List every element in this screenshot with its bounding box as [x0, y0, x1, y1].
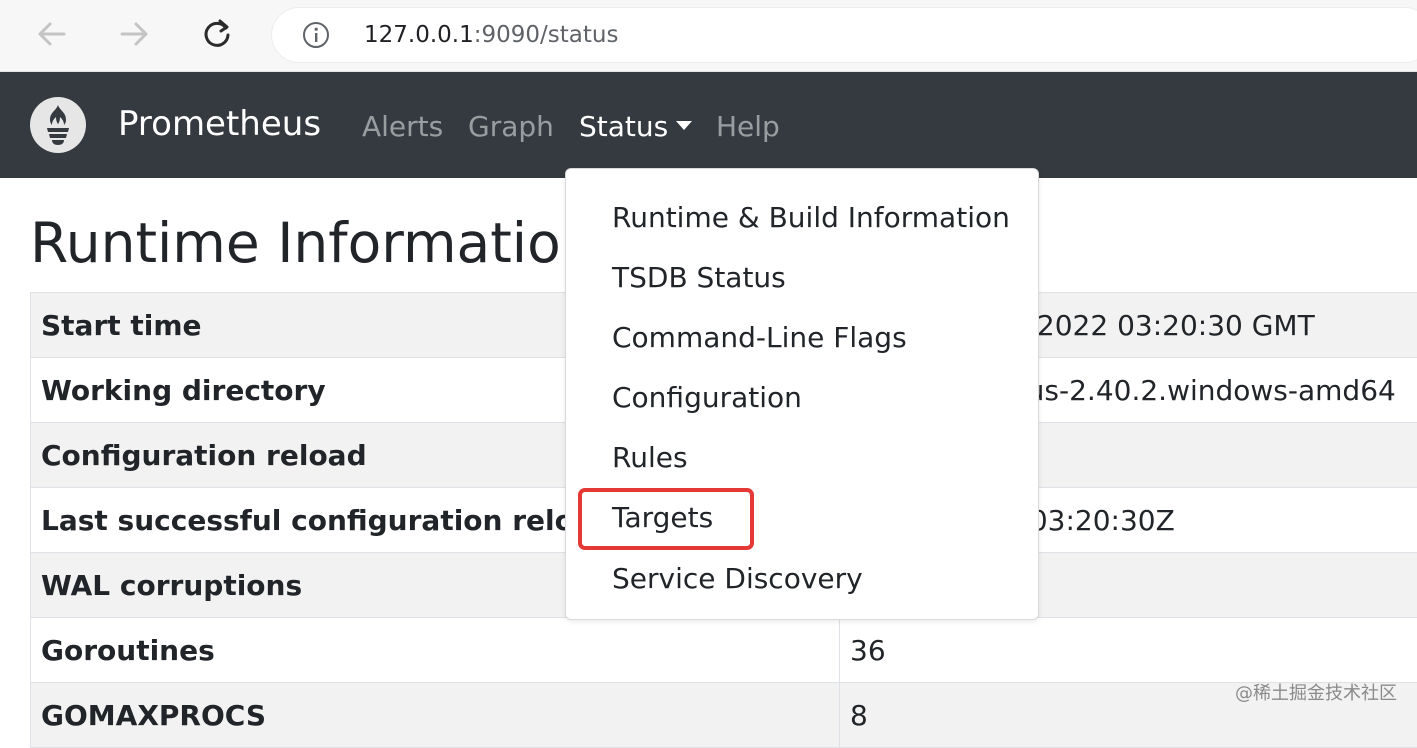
row-key: GOMAXPROCS: [31, 683, 840, 748]
arrow-left-icon[interactable]: [32, 14, 72, 54]
url-path: :9090/status: [474, 22, 619, 48]
browser-toolbar: 127.0.0.1:9090/status: [0, 0, 1417, 72]
watermark: @稀土掘金技术社区: [1235, 679, 1397, 705]
nav-alerts[interactable]: Alerts: [362, 108, 443, 146]
prometheus-navbar: Prometheus Alerts Graph Status Help: [0, 72, 1417, 178]
row-key: Goroutines: [31, 618, 840, 683]
menu-item-rules[interactable]: Rules: [612, 440, 688, 476]
table-row: GOMAXPROCS 8: [31, 683, 1417, 748]
nav-status-label: Status: [579, 110, 668, 143]
reload-icon[interactable]: [197, 14, 237, 54]
status-dropdown-menu: Runtime & Build Information TSDB Status …: [565, 168, 1039, 620]
address-bar[interactable]: 127.0.0.1:9090/status: [272, 8, 1417, 62]
prometheus-flame-icon[interactable]: [29, 96, 87, 154]
menu-item-command-line-flags[interactable]: Command-Line Flags: [612, 320, 907, 356]
brand-name[interactable]: Prometheus: [118, 102, 321, 146]
url-host: 127.0.0.1: [364, 22, 474, 48]
targets-highlight-annotation: [578, 488, 754, 550]
nav-graph[interactable]: Graph: [468, 108, 554, 146]
nav-status[interactable]: Status: [579, 108, 692, 146]
menu-item-configuration[interactable]: Configuration: [612, 380, 802, 416]
row-value: 36: [840, 618, 1417, 683]
table-row: Goroutines 36: [31, 618, 1417, 683]
menu-item-runtime-build-info[interactable]: Runtime & Build Information: [612, 200, 1010, 236]
menu-item-service-discovery[interactable]: Service Discovery: [612, 561, 863, 597]
caret-down-icon: [676, 121, 692, 130]
arrow-right-icon[interactable]: [114, 14, 154, 54]
menu-item-tsdb-status[interactable]: TSDB Status: [612, 260, 786, 296]
url-text[interactable]: 127.0.0.1:9090/status: [364, 21, 618, 49]
info-icon[interactable]: [302, 21, 330, 49]
page-title: Runtime Information: [30, 208, 596, 278]
nav-help[interactable]: Help: [716, 108, 780, 146]
